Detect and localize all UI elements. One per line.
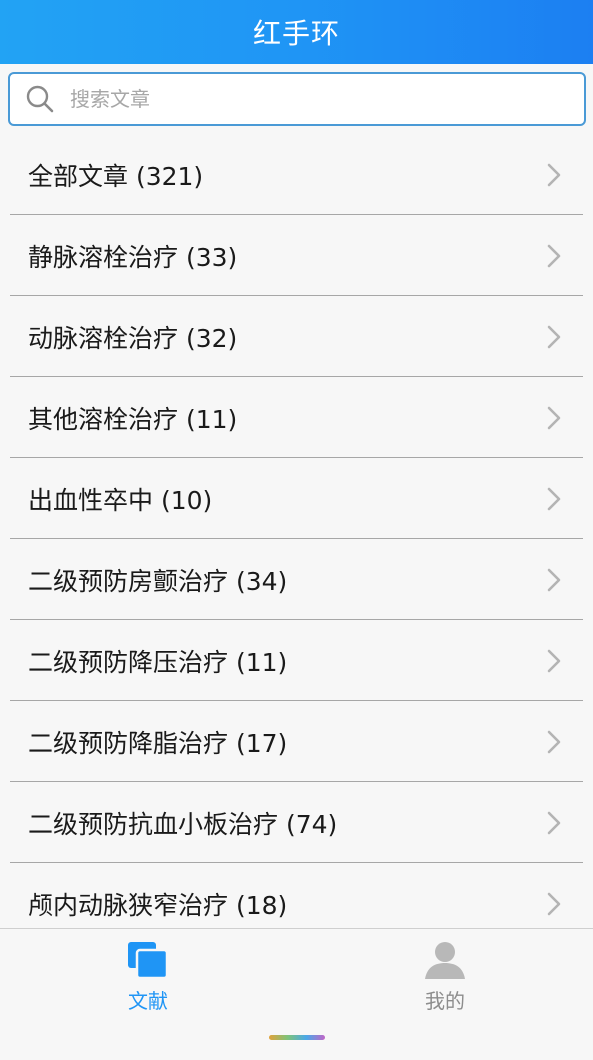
list-item-label: 颅内动脉狭窄治疗 (18)	[28, 890, 288, 920]
list-item-iv-thrombolysis[interactable]: 静脉溶栓治疗 (33)	[0, 215, 593, 296]
chevron-right-icon	[543, 241, 565, 271]
chevron-right-icon	[543, 484, 565, 514]
chevron-right-icon	[543, 727, 565, 757]
search-input[interactable]	[70, 79, 550, 119]
tab-literature[interactable]: 文献	[68, 939, 228, 1019]
list-item-all-articles[interactable]: 全部文章 (321)	[0, 134, 593, 215]
list-item-intracranial-stenosis[interactable]: 颅内动脉狭窄治疗 (18)	[0, 863, 593, 928]
list-item-bp-prevention[interactable]: 二级预防降压治疗 (11)	[0, 620, 593, 701]
list-item-label: 二级预防降脂治疗 (17)	[28, 728, 288, 758]
list-item-lipid-prevention[interactable]: 二级预防降脂治疗 (17)	[0, 701, 593, 782]
tab-label: 我的	[425, 989, 465, 1013]
list-item-label: 二级预防房颤治疗 (34)	[28, 566, 288, 596]
article-category-list: 全部文章 (321) 静脉溶栓治疗 (33) 动脉溶栓治疗 (32) 其他溶栓治…	[0, 134, 593, 928]
documents-icon	[126, 939, 170, 981]
user-icon	[423, 939, 467, 981]
home-indicator[interactable]	[269, 1035, 325, 1040]
chevron-right-icon	[543, 565, 565, 595]
list-item-antiplatelet-prevention[interactable]: 二级预防抗血小板治疗 (74)	[0, 782, 593, 863]
chevron-right-icon	[543, 322, 565, 352]
chevron-right-icon	[543, 160, 565, 190]
list-item-label: 其他溶栓治疗 (11)	[28, 404, 238, 434]
list-item-other-thrombolysis[interactable]: 其他溶栓治疗 (11)	[0, 377, 593, 458]
search-icon	[24, 83, 56, 115]
list-item-hemorrhagic-stroke[interactable]: 出血性卒中 (10)	[0, 458, 593, 539]
chevron-right-icon	[543, 889, 565, 919]
list-item-label: 静脉溶栓治疗 (33)	[28, 242, 238, 272]
chevron-right-icon	[543, 808, 565, 838]
chevron-right-icon	[543, 646, 565, 676]
list-item-label: 全部文章 (321)	[28, 161, 204, 191]
app-screen: 红手环 全部文章 (321) 静脉溶栓治疗 (33) 动脉溶栓治疗 (32)	[0, 0, 593, 1060]
list-item-arterial-thrombolysis[interactable]: 动脉溶栓治疗 (32)	[0, 296, 593, 377]
list-item-label: 出血性卒中 (10)	[28, 485, 213, 515]
bottom-tab-bar: 文献 我的	[0, 928, 593, 1060]
page-title: 红手环	[252, 17, 340, 50]
tab-label: 文献	[128, 989, 168, 1013]
app-header: 红手环	[0, 0, 593, 64]
tab-mine[interactable]: 我的	[365, 939, 525, 1019]
chevron-right-icon	[543, 403, 565, 433]
search-bar[interactable]	[8, 72, 586, 126]
list-item-label: 动脉溶栓治疗 (32)	[28, 323, 238, 353]
list-item-af-prevention[interactable]: 二级预防房颤治疗 (34)	[0, 539, 593, 620]
list-item-label: 二级预防抗血小板治疗 (74)	[28, 809, 338, 839]
list-item-label: 二级预防降压治疗 (11)	[28, 647, 288, 677]
